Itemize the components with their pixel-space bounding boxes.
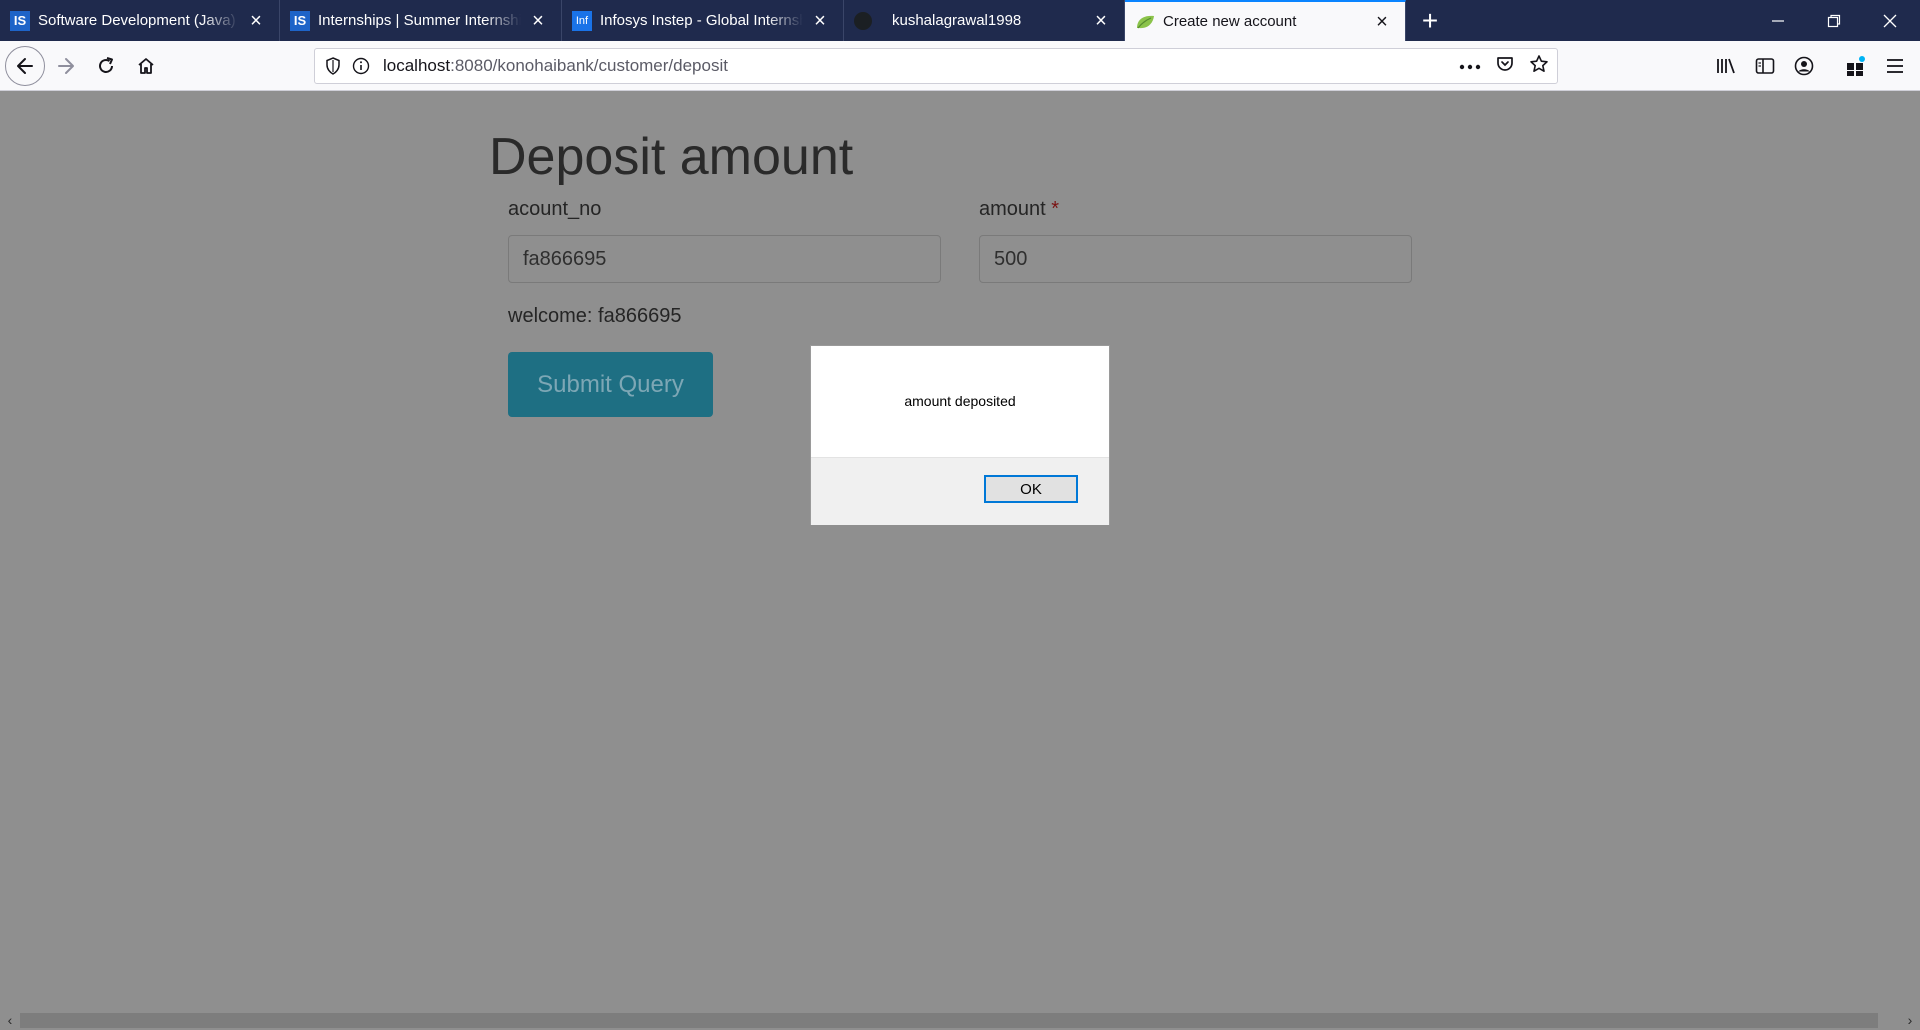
close-icon[interactable]: × [527, 10, 549, 32]
page-content: Deposit amount acount_no fa866695 amount… [0, 91, 1920, 1010]
scrollbar-thumb[interactable] [20, 1013, 1878, 1028]
close-icon[interactable]: × [809, 10, 831, 32]
tab-infosys-instep[interactable]: Inf Infosys Instep - Global Internsh × [562, 0, 844, 41]
amount-label: amount * [979, 198, 1059, 221]
account-number-value: fa866695 [523, 247, 607, 270]
arrow-right-icon [58, 58, 74, 74]
home-icon [138, 58, 154, 74]
spring-leaf-icon [1135, 12, 1155, 32]
scroll-right-icon[interactable]: › [1900, 1010, 1920, 1030]
pocket-icon[interactable] [1495, 54, 1515, 79]
arrow-left-icon [17, 58, 33, 74]
forward-button[interactable] [47, 47, 85, 85]
reload-button[interactable] [87, 47, 125, 85]
url-path: :8080/konohaibank/customer/deposit [450, 56, 728, 75]
close-icon[interactable]: × [245, 10, 267, 32]
welcome-text: welcome: fa866695 [508, 305, 682, 327]
info-icon[interactable] [349, 54, 373, 78]
tab-software-development[interactable]: IS Software Development (Java) w × [0, 0, 280, 41]
amount-field[interactable]: 500 [979, 235, 1412, 283]
tab-create-new-account[interactable]: Create new account × [1125, 0, 1406, 41]
account-number-label: acount_no [508, 198, 602, 220]
back-button[interactable] [5, 46, 45, 86]
url-host: localhost [383, 56, 451, 75]
tab-title: Create new account [1163, 13, 1297, 30]
scroll-left-icon[interactable]: ‹ [0, 1010, 20, 1030]
close-window-button[interactable] [1862, 0, 1918, 41]
alert-message: amount deposited [904, 393, 1016, 409]
restore-button[interactable] [1806, 0, 1862, 41]
account-number-field[interactable]: fa866695 [508, 235, 941, 283]
bookmark-star-icon[interactable] [1529, 54, 1549, 79]
is-logo-icon: IS [290, 10, 310, 31]
minimize-button[interactable] [1750, 0, 1806, 41]
tab-internships[interactable]: IS Internships | Summer Internship × [280, 0, 562, 41]
tab-title: Infosys Instep - Global Internsh [600, 12, 803, 29]
shield-icon[interactable] [321, 54, 345, 78]
required-asterisk: * [1051, 198, 1060, 220]
page-actions-icon[interactable] [1459, 57, 1481, 75]
github-icon [854, 11, 872, 30]
page-title: Deposit amount [489, 128, 854, 186]
navigation-toolbar: localhost:8080/konohaibank/customer/depo… [0, 41, 1920, 91]
sidebar-icon[interactable] [1751, 52, 1779, 80]
tab-title: Internships | Summer Internship [318, 12, 521, 29]
close-icon[interactable]: × [1090, 10, 1112, 32]
amount-value: 500 [994, 247, 1028, 270]
account-icon[interactable] [1790, 52, 1818, 80]
ok-button[interactable]: OK [984, 475, 1078, 503]
horizontal-scrollbar[interactable]: ‹ › [0, 1010, 1920, 1030]
tab-title: Software Development (Java) w [38, 12, 239, 29]
tab-title: kushalagrawal1998 [892, 12, 1022, 29]
close-icon[interactable]: × [1371, 11, 1393, 33]
alert-dialog: amount deposited OK [810, 345, 1110, 525]
amount-label-text: amount [979, 198, 1046, 220]
menu-icon[interactable] [1881, 52, 1909, 80]
url-text[interactable]: localhost:8080/konohaibank/customer/depo… [383, 56, 728, 76]
is-logo-icon: IS [10, 10, 30, 31]
new-tab-button[interactable]: + [1410, 0, 1450, 41]
home-button[interactable] [127, 47, 165, 85]
submit-query-button[interactable]: Submit Query [508, 352, 713, 417]
extensions-icon[interactable] [1842, 52, 1870, 80]
tab-strip: IS Software Development (Java) w × IS In… [0, 0, 1920, 41]
tab-github-profile[interactable]: kushalagrawal1998 × [844, 0, 1125, 41]
reload-icon [99, 57, 113, 73]
infosys-logo-icon: Inf [572, 10, 592, 31]
address-bar[interactable]: localhost:8080/konohaibank/customer/depo… [314, 48, 1558, 84]
alert-footer: OK [811, 457, 1109, 525]
library-icon[interactable] [1712, 52, 1740, 80]
